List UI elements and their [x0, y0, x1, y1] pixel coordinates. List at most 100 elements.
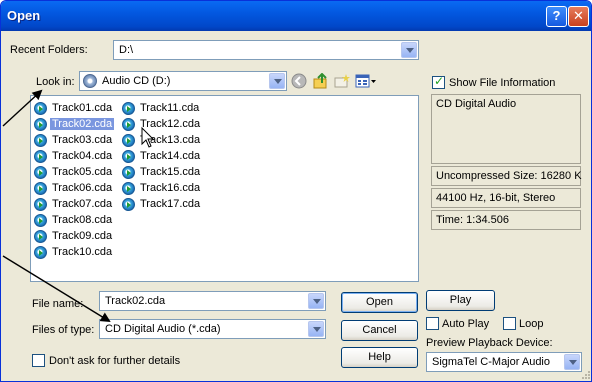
- back-icon[interactable]: [291, 73, 307, 89]
- file-name-label: File name:: [32, 298, 84, 310]
- file-item[interactable]: Track10.cda: [34, 244, 114, 260]
- file-item-label: Track10.cda: [52, 246, 113, 258]
- window-title: Open: [7, 8, 41, 23]
- title-bar[interactable]: Open ? ✕: [1, 1, 591, 31]
- file-item[interactable]: Track17.cda: [122, 196, 202, 212]
- file-item-label: Track02.cda: [50, 118, 115, 130]
- recent-folders-combo[interactable]: D:\: [113, 40, 419, 60]
- file-item-label: Track05.cda: [52, 166, 113, 178]
- up-folder-icon[interactable]: [313, 73, 329, 89]
- open-dialog: Open ? ✕ Recent Folders: D:\ Look in: Au…: [0, 0, 592, 382]
- file-item[interactable]: Track02.cda: [34, 116, 115, 132]
- files-of-type-dropdown-icon[interactable]: [308, 321, 324, 337]
- file-item[interactable]: Track03.cda: [34, 132, 114, 148]
- recent-folders-value: D:\: [119, 44, 134, 56]
- resize-grip-icon[interactable]: [579, 369, 591, 381]
- file-item-label: Track08.cda: [52, 214, 113, 226]
- view-menu-icon[interactable]: [355, 73, 377, 89]
- dont-ask-label: Don't ask for further details: [49, 355, 181, 367]
- help-title-button[interactable]: ?: [546, 6, 567, 27]
- cd-audio-file-icon: [34, 133, 47, 147]
- file-item-label: Track14.cda: [140, 150, 201, 162]
- cd-audio-file-icon: [122, 197, 135, 211]
- file-item-label: Track12.cda: [140, 118, 201, 130]
- files-of-type-combo[interactable]: CD Digital Audio (*.cda): [99, 319, 326, 339]
- file-item[interactable]: Track04.cda: [34, 148, 114, 164]
- recent-folders-label: Recent Folders:: [10, 44, 88, 56]
- loop-label: Loop: [519, 318, 544, 330]
- file-item[interactable]: Track16.cda: [122, 180, 202, 196]
- cd-drive-icon: [83, 74, 97, 88]
- look-in-dropdown-icon[interactable]: [269, 73, 285, 89]
- file-item[interactable]: Track14.cda: [122, 148, 202, 164]
- open-button[interactable]: Open: [341, 292, 418, 313]
- file-item-label: Track15.cda: [140, 166, 201, 178]
- file-item-label: Track16.cda: [140, 182, 201, 194]
- file-item-label: Track13.cda: [140, 134, 201, 146]
- file-item[interactable]: Track09.cda: [34, 228, 114, 244]
- file-item[interactable]: Track13.cda: [122, 132, 202, 148]
- cd-audio-file-icon: [122, 181, 135, 195]
- files-of-type-value: CD Digital Audio (*.cda): [105, 323, 221, 335]
- cd-audio-file-icon: [34, 245, 47, 259]
- file-item-label: Track07.cda: [52, 198, 113, 210]
- file-item[interactable]: Track12.cda: [122, 116, 202, 132]
- audio-rate-box: 44100 Hz, 16-bit, Stereo: [431, 188, 581, 208]
- show-file-info-checkbox[interactable]: [432, 74, 445, 89]
- time-box: Time: 1:34.506: [431, 210, 581, 230]
- cd-audio-file-icon: [34, 197, 47, 211]
- cd-audio-file-icon: [34, 117, 47, 131]
- preview-device-label: Preview Playback Device:: [426, 337, 553, 349]
- file-item[interactable]: Track07.cda: [34, 196, 114, 212]
- cd-audio-file-icon: [122, 133, 135, 147]
- look-in-combo[interactable]: Audio CD (D:): [79, 71, 287, 91]
- audio-rate-text: 44100 Hz, 16-bit, Stereo: [436, 192, 556, 204]
- cd-audio-file-icon: [34, 229, 47, 243]
- file-item-label: Track03.cda: [52, 134, 113, 146]
- file-list[interactable]: Track01.cda Track02.cda Track03.cda Track04…: [30, 95, 419, 282]
- help-button[interactable]: Help: [341, 347, 418, 368]
- recent-folders-dropdown-icon[interactable]: [401, 42, 417, 58]
- file-item-label: Track09.cda: [52, 230, 113, 242]
- file-item[interactable]: Track05.cda: [34, 164, 114, 180]
- new-folder-icon[interactable]: [334, 73, 350, 89]
- time-text: Time: 1:34.506: [436, 214, 509, 226]
- file-item[interactable]: Track15.cda: [122, 164, 202, 180]
- dont-ask-checkbox[interactable]: [32, 354, 45, 367]
- files-of-type-label: Files of type:: [32, 324, 95, 336]
- loop-checkbox[interactable]: [503, 317, 516, 330]
- cd-audio-file-icon: [34, 149, 47, 163]
- cd-audio-file-icon: [34, 101, 47, 115]
- file-item[interactable]: Track06.cda: [34, 180, 114, 196]
- file-item-label: Track06.cda: [52, 182, 113, 194]
- file-name-value: Track02.cda: [105, 295, 166, 307]
- auto-play-label: Auto Play: [442, 318, 490, 330]
- cd-audio-file-icon: [122, 149, 135, 163]
- preview-device-combo[interactable]: SigmaTel C-Major Audio: [426, 352, 582, 372]
- preview-device-value: SigmaTel C-Major Audio: [432, 356, 550, 368]
- show-file-info-label: Show File Information: [449, 77, 556, 89]
- file-item-label: Track01.cda: [52, 102, 113, 114]
- file-item[interactable]: Track11.cda: [122, 100, 201, 116]
- play-button[interactable]: Play: [426, 290, 495, 311]
- preview-device-dropdown-icon[interactable]: [564, 354, 580, 370]
- file-item[interactable]: Track08.cda: [34, 212, 114, 228]
- cd-audio-file-icon: [122, 117, 135, 131]
- close-title-button[interactable]: ✕: [568, 6, 589, 27]
- cd-audio-file-icon: [34, 213, 47, 227]
- auto-play-checkbox[interactable]: [426, 317, 439, 330]
- look-in-value: Audio CD (D:): [102, 75, 171, 87]
- look-in-label: Look in:: [36, 76, 75, 88]
- cancel-button[interactable]: Cancel: [341, 320, 418, 341]
- file-item[interactable]: Track01.cda: [34, 100, 114, 116]
- file-format-text: CD Digital Audio: [436, 98, 517, 110]
- uncompressed-size-box: Uncompressed Size: 16280 K: [431, 166, 582, 186]
- file-item-label: Track11.cda: [140, 102, 200, 114]
- file-name-dropdown-icon[interactable]: [308, 293, 324, 309]
- file-format-box: CD Digital Audio: [431, 94, 581, 164]
- file-item-label: Track17.cda: [140, 198, 201, 210]
- uncompressed-size-text: Uncompressed Size: 16280 K: [436, 170, 582, 182]
- cd-audio-file-icon: [34, 165, 47, 179]
- file-name-input[interactable]: Track02.cda: [99, 291, 326, 311]
- cd-audio-file-icon: [34, 181, 47, 195]
